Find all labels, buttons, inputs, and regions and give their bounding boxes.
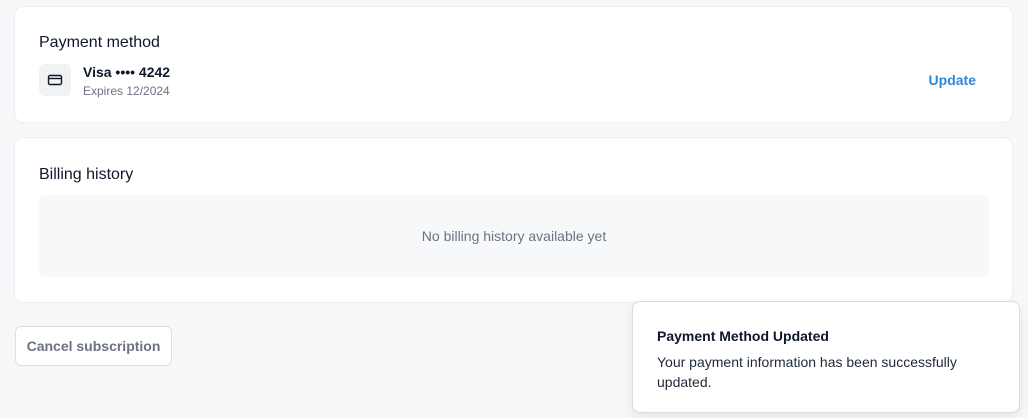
toast-title: Payment Method Updated — [657, 328, 829, 344]
card-expiry: Expires 12/2024 — [83, 84, 170, 98]
payment-method-title: Payment method — [39, 34, 160, 51]
credit-card-icon-glyph — [47, 74, 63, 86]
credit-card-icon — [39, 64, 71, 96]
toast-message: Your payment information has been succes… — [657, 354, 957, 390]
card-brand-last4: Visa •••• 4242 — [83, 64, 171, 80]
cancel-subscription-button[interactable]: Cancel subscription — [15, 326, 172, 366]
billing-history-card: Billing history No billing history avail… — [15, 138, 1012, 302]
billing-history-title: Billing history — [39, 166, 134, 183]
payment-method-card: Payment method Visa •••• 4242 Expires 12… — [15, 7, 1012, 122]
update-payment-button[interactable]: Update — [929, 72, 976, 88]
billing-history-empty-state: No billing history available yet — [39, 195, 989, 277]
toast-notification[interactable]: Payment Method Updated Your payment info… — [632, 301, 1020, 413]
